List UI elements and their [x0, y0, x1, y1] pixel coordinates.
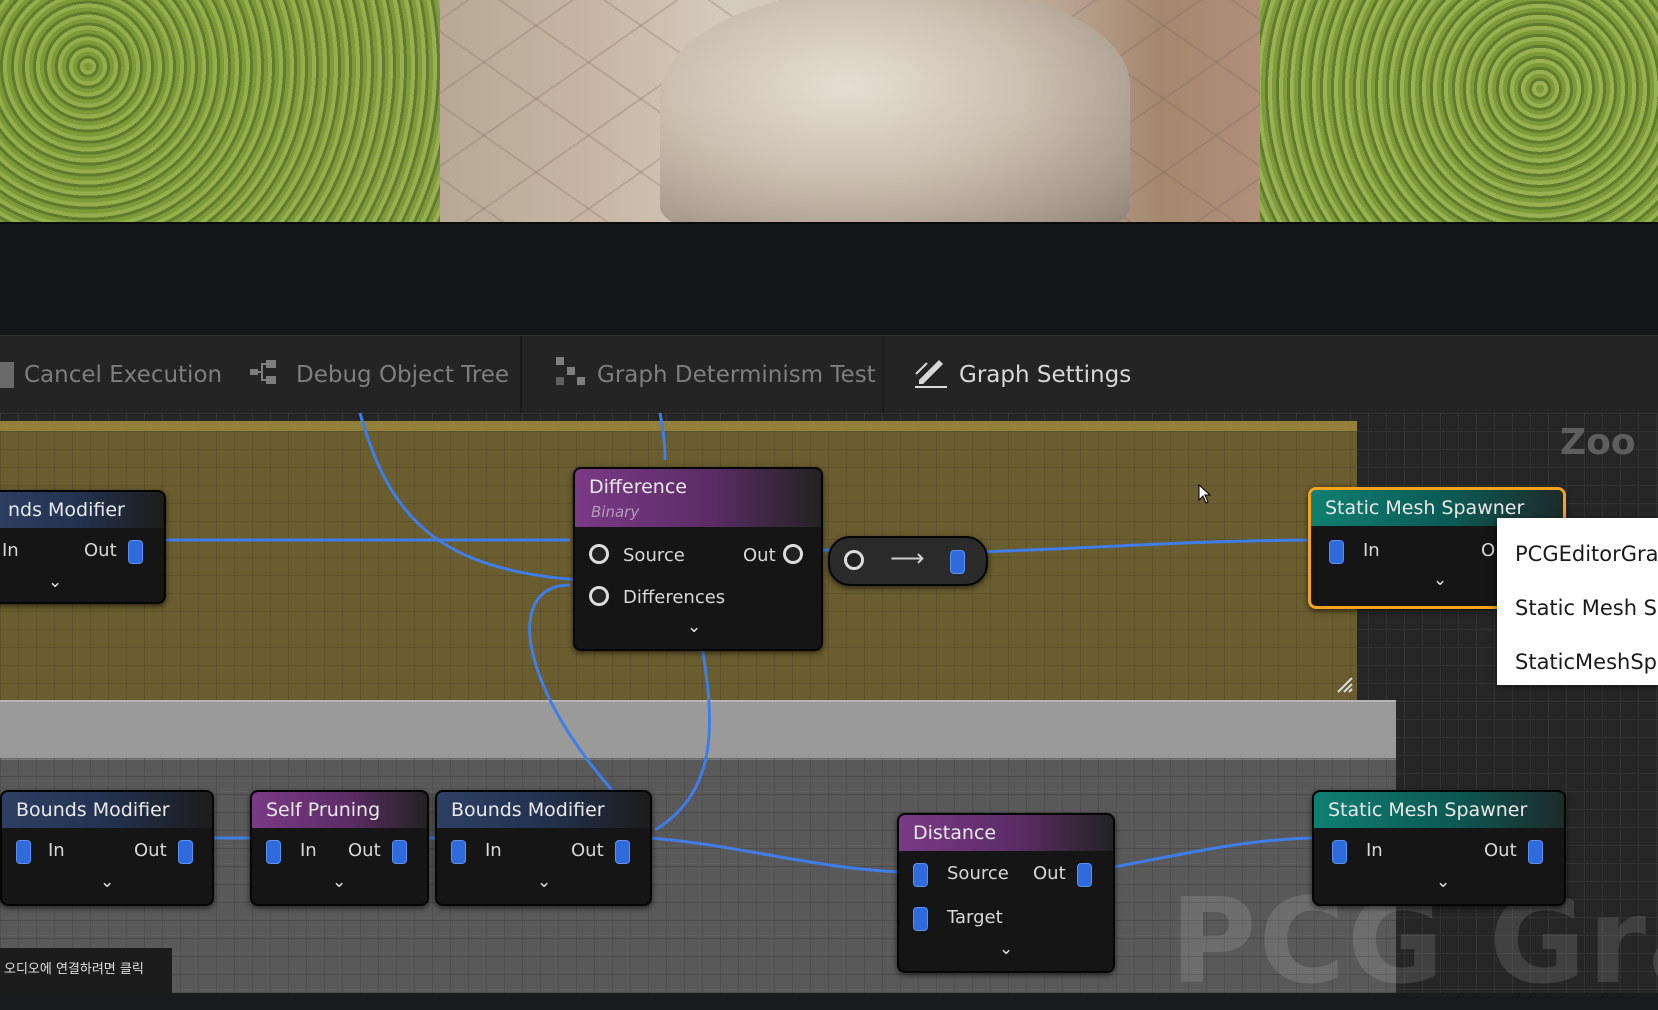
- status-overlay[interactable]: 오디오에 연결하려면 클릭: [0, 948, 172, 993]
- pin-out-label: Out: [134, 840, 167, 861]
- graph-toolbar: Cancel Execution Debug Object Tree Graph…: [0, 335, 1658, 414]
- pencil-edit-icon: [913, 354, 949, 396]
- pin-in-label: In: [1366, 840, 1383, 861]
- context-menu: PCGEditorGra Static Mesh S StaticMeshSp: [1497, 518, 1658, 685]
- zoom-label: Zoo: [1560, 422, 1636, 463]
- pin-out-label: Out: [1484, 840, 1517, 861]
- context-menu-item[interactable]: StaticMeshSp: [1515, 650, 1657, 674]
- debug-object-tree-button[interactable]: Debug Object Tree: [248, 336, 509, 414]
- graph-settings-button[interactable]: Graph Settings: [913, 336, 1131, 414]
- chevron-down-icon[interactable]: ⌄: [1436, 872, 1450, 892]
- input-pin[interactable]: [451, 840, 466, 864]
- pin-out-label: O: [1481, 540, 1496, 561]
- node-title: nds Modifier: [0, 492, 164, 528]
- node-subtitle: Binary: [591, 503, 640, 521]
- level-viewport[interactable]: [0, 0, 1658, 222]
- input-pin[interactable]: [844, 550, 864, 570]
- pin-out-label: Out: [1033, 863, 1066, 884]
- input-pin[interactable]: [1329, 540, 1344, 564]
- input-pin[interactable]: [1332, 840, 1347, 864]
- output-pin[interactable]: [1528, 840, 1543, 864]
- node-title: Static Mesh Spawner: [1314, 792, 1564, 828]
- cancel-execution-label: Cancel Execution: [24, 362, 223, 388]
- graph-determinism-test-button[interactable]: Graph Determinism Test: [553, 336, 876, 414]
- graph-determinism-test-label: Graph Determinism Test: [597, 362, 876, 388]
- pin-out-label: Out: [84, 540, 117, 561]
- viewport-rock: [660, 0, 1130, 222]
- output-pin[interactable]: [615, 840, 630, 864]
- chevron-down-icon[interactable]: ⌄: [332, 872, 346, 892]
- toolbar-separator: [520, 336, 522, 414]
- debug-object-tree-label: Debug Object Tree: [296, 362, 510, 388]
- output-pin[interactable]: [392, 840, 407, 864]
- node-bounds-modifier-1[interactable]: Bounds Modifier In Out ⌄: [0, 790, 214, 906]
- tree-icon: [248, 358, 286, 392]
- pin-in-label: In: [2, 540, 19, 561]
- output-pin[interactable]: [1077, 863, 1092, 887]
- node-bounds-modifier-top[interactable]: nds Modifier In Out ⌄: [0, 490, 166, 604]
- node-static-mesh-spawner-bottom[interactable]: Static Mesh Spawner In Out ⌄: [1312, 790, 1566, 906]
- chevron-down-icon[interactable]: ⌄: [687, 617, 701, 637]
- chevron-down-icon[interactable]: ⌄: [48, 572, 62, 592]
- chevron-down-icon[interactable]: ⌄: [537, 872, 551, 892]
- pin-target-label: Target: [947, 907, 1003, 928]
- viewport-grass-left: [0, 0, 440, 222]
- pin-in-label: In: [485, 840, 502, 861]
- node-title: Self Pruning: [252, 792, 427, 828]
- stop-icon: [0, 362, 14, 388]
- source-pin[interactable]: [913, 863, 928, 887]
- output-pin[interactable]: [950, 550, 965, 574]
- output-pin[interactable]: [178, 840, 193, 864]
- context-menu-item[interactable]: Static Mesh S: [1515, 596, 1657, 620]
- pin-source-label: Source: [947, 863, 1009, 884]
- input-pin[interactable]: [266, 840, 281, 864]
- arrow-right-icon: ⟶: [890, 544, 925, 572]
- context-menu-item[interactable]: PCGEditorGra: [1515, 542, 1658, 566]
- comment-resize-handle[interactable]: [1336, 676, 1354, 694]
- viewport-grass-right: [1260, 0, 1658, 222]
- pin-source-label: Source: [623, 545, 685, 566]
- node-convert[interactable]: ⟶: [828, 536, 988, 586]
- node-title: Bounds Modifier: [2, 792, 212, 828]
- chevron-down-icon[interactable]: ⌄: [100, 872, 114, 892]
- panel-header-area: [0, 222, 1658, 337]
- node-distance[interactable]: Distance Source Out Target ⌄: [897, 813, 1115, 973]
- node-difference[interactable]: Difference Binary Source Out Differences…: [573, 467, 823, 651]
- pin-out-label: Out: [348, 840, 381, 861]
- pin-in-label: In: [1363, 540, 1380, 561]
- pin-out-label: Out: [743, 545, 776, 566]
- node-bounds-modifier-2[interactable]: Bounds Modifier In Out ⌄: [435, 790, 652, 906]
- target-pin[interactable]: [913, 907, 928, 931]
- node-self-pruning[interactable]: Self Pruning In Out ⌄: [250, 790, 429, 906]
- pin-in-label: In: [300, 840, 317, 861]
- pin-out-label: Out: [571, 840, 604, 861]
- toolbar-separator: [882, 336, 884, 414]
- node-title: Distance: [899, 815, 1113, 851]
- node-title: Bounds Modifier: [437, 792, 650, 828]
- pin-in-label: In: [48, 840, 65, 861]
- chevron-down-icon[interactable]: ⌄: [1433, 570, 1447, 590]
- output-pin[interactable]: [783, 544, 803, 564]
- input-pin[interactable]: [16, 840, 31, 864]
- output-pin[interactable]: [128, 540, 143, 564]
- differences-pin[interactable]: [589, 586, 609, 606]
- comment-box-bottom-header[interactable]: [0, 700, 1396, 760]
- cancel-execution-button[interactable]: Cancel Execution: [0, 336, 222, 414]
- source-pin[interactable]: [589, 544, 609, 564]
- determinism-icon: [553, 355, 587, 395]
- mouse-cursor-icon: [1198, 483, 1212, 508]
- pin-differences-label: Differences: [623, 587, 726, 608]
- chevron-down-icon[interactable]: ⌄: [999, 939, 1013, 959]
- graph-settings-label: Graph Settings: [959, 362, 1132, 388]
